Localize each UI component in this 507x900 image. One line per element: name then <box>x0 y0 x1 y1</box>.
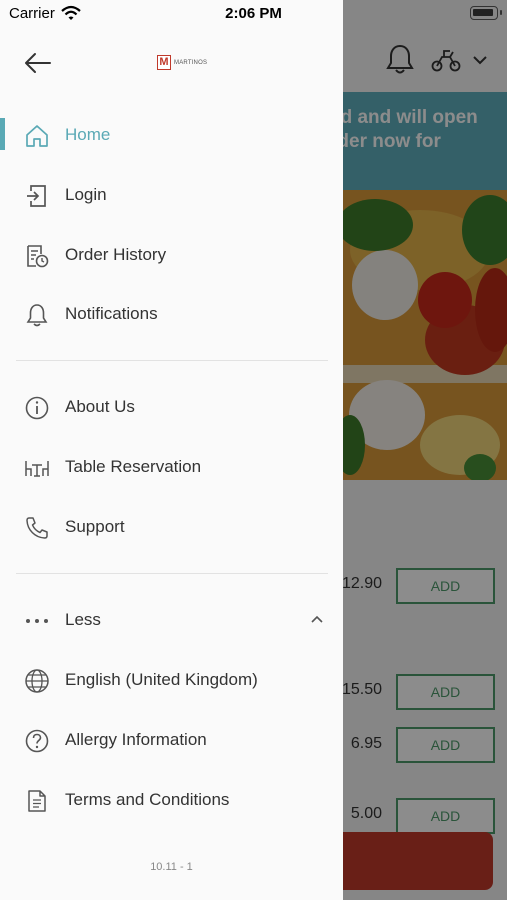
menu-item-language[interactable]: English (United Kingdom) <box>0 656 343 704</box>
login-icon <box>27 185 46 207</box>
globe-icon <box>25 669 49 693</box>
menu-item-label: Terms and Conditions <box>65 790 230 809</box>
menu-item-home[interactable]: Home <box>0 111 343 159</box>
menu-item-terms-and-conditions[interactable]: Terms and Conditions <box>0 776 343 824</box>
logo-text: MARTINOS <box>174 59 208 66</box>
app-version: 10.11 - 1 <box>150 861 193 873</box>
menu-item-less[interactable]: Less <box>0 596 343 644</box>
menu-item-label: Login <box>65 185 107 204</box>
clock: 2:06 PM <box>225 5 282 22</box>
menu-item-table-reservation[interactable]: Table Reservation <box>0 443 343 491</box>
battery-icon <box>470 6 502 20</box>
logo-mark: M <box>157 55 171 70</box>
menu-item-label: Support <box>65 517 125 536</box>
home-icon <box>26 125 48 147</box>
side-drawer: M MARTINOS Home Login Order History Noti… <box>0 0 343 900</box>
chevron-up-icon <box>311 615 323 623</box>
more-dots-icon <box>26 619 48 623</box>
drawer-header: M MARTINOS <box>0 40 343 86</box>
menu-item-allergy-information[interactable]: Allergy Information <box>0 716 343 764</box>
question-icon <box>25 729 49 753</box>
menu-item-order-history[interactable]: Order History <box>0 231 343 279</box>
menu-item-login[interactable]: Login <box>0 171 343 219</box>
menu-item-notifications[interactable]: Notifications <box>0 290 343 338</box>
status-bar: Carrier 2:06 PM <box>0 0 507 30</box>
menu-item-support[interactable]: Support <box>0 503 343 551</box>
info-icon <box>25 396 49 420</box>
menu-item-label: About Us <box>65 397 135 416</box>
menu-item-label: English (United Kingdom) <box>65 670 258 689</box>
menu-item-label: Order History <box>65 245 167 264</box>
menu-item-label: Table Reservation <box>65 457 202 476</box>
order-history-icon <box>27 245 49 268</box>
phone-icon <box>26 517 48 539</box>
menu-item-label: Allergy Information <box>65 730 207 749</box>
menu-item-label: Less <box>65 610 101 629</box>
divider <box>16 573 328 574</box>
bell-icon <box>26 304 48 327</box>
menu-item-label: Notifications <box>65 304 158 323</box>
brand-logo: M MARTINOS <box>157 55 207 70</box>
document-icon <box>28 790 46 812</box>
menu-item-about-us[interactable]: About Us <box>0 383 343 431</box>
table-icon <box>25 461 49 477</box>
divider <box>16 360 328 361</box>
menu-item-label: Home <box>65 125 111 144</box>
back-arrow-icon[interactable] <box>22 50 54 76</box>
